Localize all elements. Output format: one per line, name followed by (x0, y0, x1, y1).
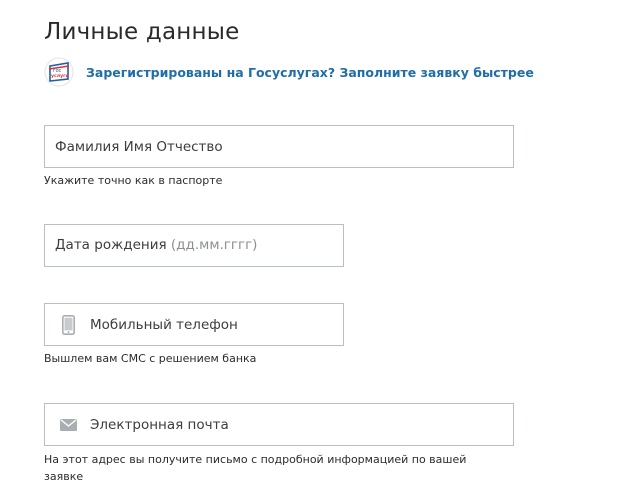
email-help-text: На этот адрес вы получите письмо с подро… (44, 453, 467, 483)
phone-field-box[interactable] (44, 303, 344, 346)
envelope-icon (59, 414, 77, 436)
full-name-help-text: Укажите точно как в паспорте (44, 174, 223, 187)
page-title: Личные данные (44, 19, 240, 46)
gosuslugi-logo-text-bottom: услуги (51, 74, 69, 79)
email-field-box[interactable] (44, 403, 514, 446)
full-name-input[interactable] (55, 126, 513, 167)
phone-icon (59, 314, 77, 336)
phone-input[interactable] (90, 304, 343, 345)
email-input[interactable] (90, 404, 513, 445)
full-name-field-box[interactable] (44, 125, 514, 168)
birth-date-field-box[interactable]: Дата рождения (дд.мм.гггг) (44, 224, 344, 267)
phone-help-text: Вышлем вам СМС с решением банка (44, 352, 257, 365)
gosuslugi-link[interactable]: Зарегистрированы на Госуслугах? Заполнит… (86, 65, 534, 80)
gosuslugi-logo-icon: гос услуги (44, 57, 74, 87)
birth-date-input[interactable] (55, 225, 343, 266)
gosuslugi-row[interactable]: гос услуги Зарегистрированы на Госуслуга… (44, 56, 534, 88)
